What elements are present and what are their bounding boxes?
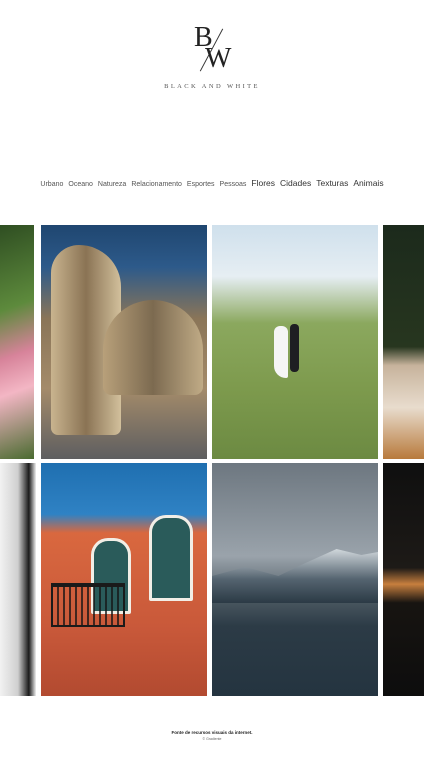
photo-mountain-lake[interactable]	[212, 463, 378, 696]
logo-wordmark: BLACK AND WHITE	[164, 83, 260, 90]
groom-figure	[290, 324, 299, 372]
bride-figure	[274, 326, 288, 378]
nav-item-oceano[interactable]: Oceano	[68, 181, 93, 188]
nav-item-esportes[interactable]: Esportes	[187, 181, 215, 188]
photo-wedding-couple[interactable]	[212, 225, 378, 459]
mountain-range	[212, 549, 378, 603]
building-shape	[103, 300, 203, 395]
footer-credit: Fonte de recursos visuais da internet.	[171, 730, 253, 735]
page-footer: Fonte de recursos visuais da internet. ©…	[0, 730, 424, 741]
nav-item-animais[interactable]: Animais	[353, 178, 383, 188]
nav-item-pessoas[interactable]: Pessoas	[220, 181, 247, 188]
photo-gallery	[0, 224, 424, 696]
nav-item-urbano[interactable]: Urbano	[40, 181, 63, 188]
photo-dark-interior[interactable]	[383, 463, 424, 696]
balcony-railing	[51, 583, 125, 627]
photo-flowers[interactable]	[0, 225, 34, 459]
nav-item-texturas[interactable]: Texturas	[316, 178, 348, 188]
logo-letter-w: W	[205, 43, 232, 74]
photo-food-table[interactable]	[383, 225, 424, 459]
nav-item-flores[interactable]: Flores	[251, 178, 275, 188]
logo-monogram: B W	[182, 22, 242, 78]
nav-item-cidades[interactable]: Cidades	[280, 178, 311, 188]
couple-figure	[274, 320, 304, 380]
category-nav: Urbano Oceano Natureza Relacionamento Es…	[0, 178, 424, 188]
photo-dog-bw[interactable]	[0, 463, 36, 696]
nav-item-natureza[interactable]: Natureza	[98, 181, 126, 188]
site-logo[interactable]: B W BLACK AND WHITE	[0, 22, 424, 90]
page: B W BLACK AND WHITE Urbano Oceano Nature…	[0, 0, 424, 774]
window-shape	[149, 515, 193, 601]
photo-venice-facade[interactable]	[41, 463, 207, 696]
footer-copyright: © Gradiente	[202, 737, 222, 741]
photo-architecture[interactable]	[41, 225, 207, 459]
nav-item-relacionamento[interactable]: Relacionamento	[131, 181, 182, 188]
